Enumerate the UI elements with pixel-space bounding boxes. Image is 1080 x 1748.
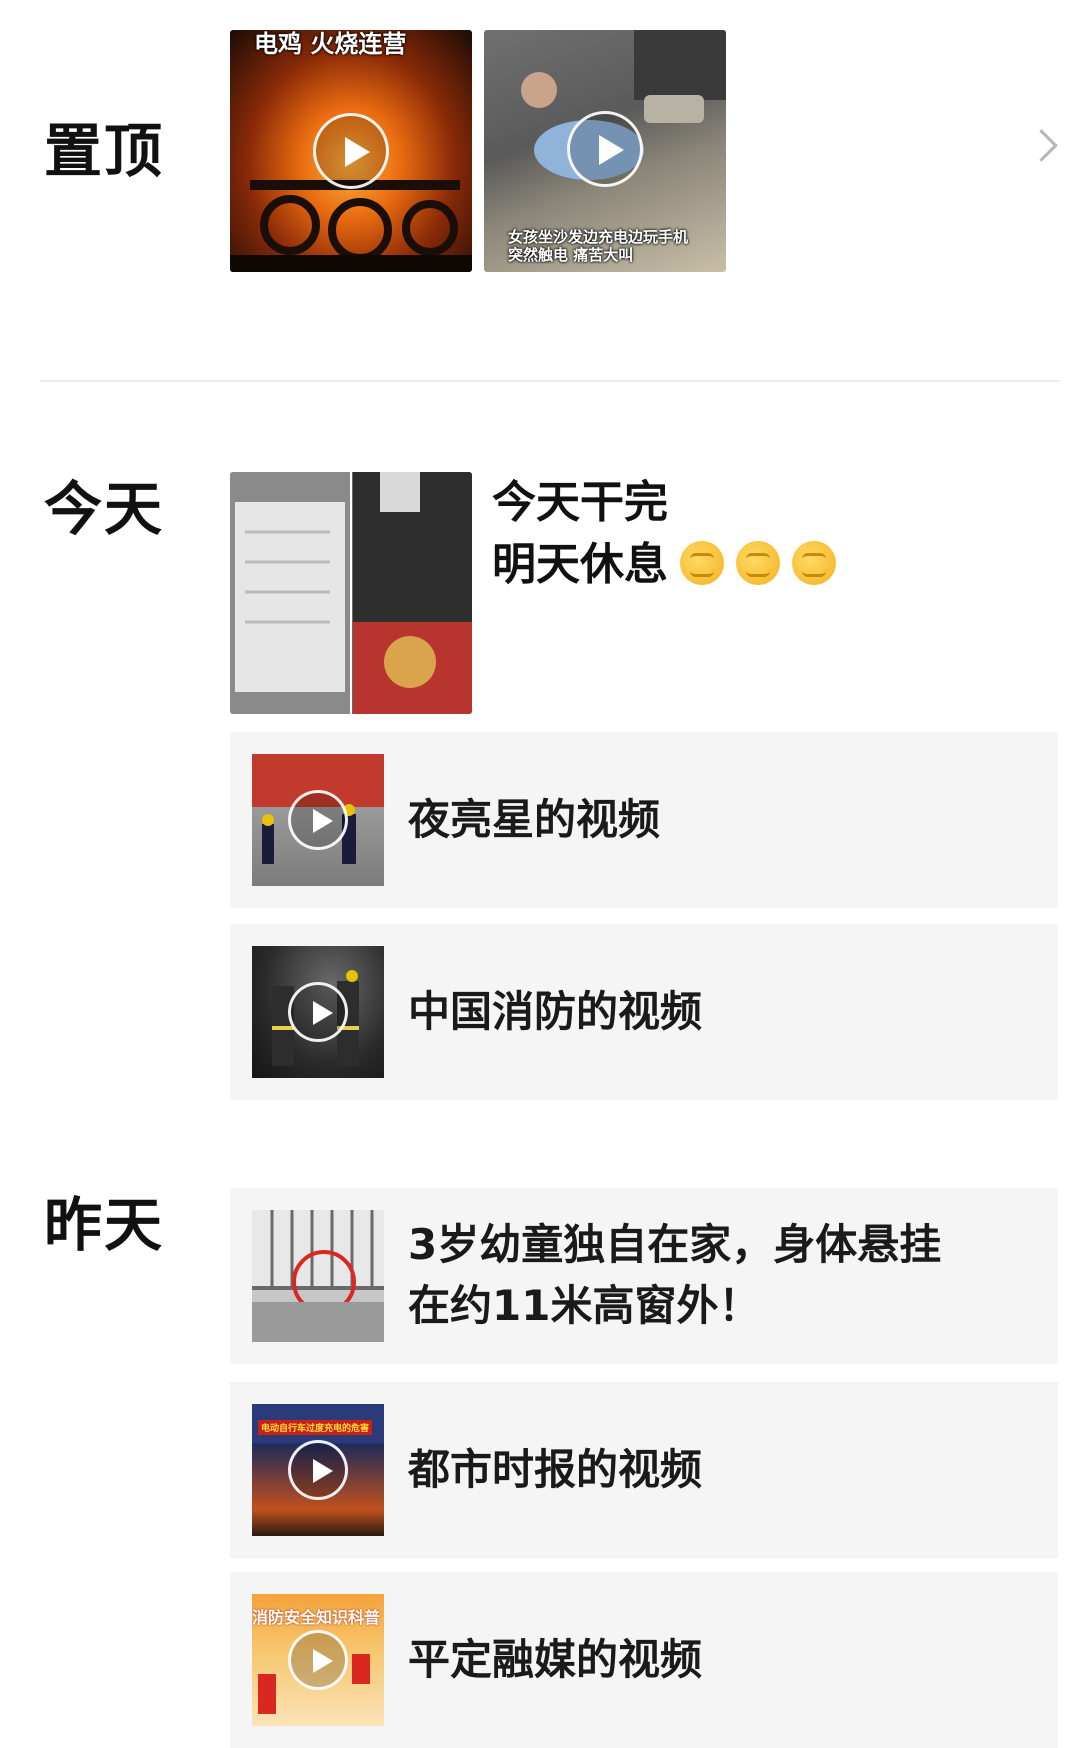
play-icon (313, 113, 389, 189)
video-thumb: 电动自行车过度充电的危害 (252, 1404, 384, 1536)
post-line-2: 明天休息 (492, 534, 836, 596)
thumb-caption-line2: 突然触电 痛苦大叫 (508, 246, 634, 264)
fist-emoji-icon (736, 541, 780, 585)
video-thumb (252, 754, 384, 886)
section-divider (40, 380, 1060, 382)
post-line-2-text: 明天休息 (492, 539, 668, 590)
window-bars-graphic (252, 1210, 384, 1342)
today-photo-thumb[interactable] (230, 472, 472, 714)
card-title: 平定融媒的视频 (408, 1634, 703, 1684)
play-icon (288, 1440, 348, 1500)
chevron-right-icon[interactable] (1025, 129, 1058, 162)
post-line-1: 今天干完 (492, 477, 668, 528)
pinned-video-thumb-girl[interactable]: 女孩坐沙发边充电边玩手机 突然触电 痛苦大叫 (484, 30, 726, 272)
play-icon (288, 982, 348, 1042)
fist-emoji-icon (792, 541, 836, 585)
play-icon (567, 111, 643, 187)
video-share-card[interactable]: 夜亮星的视频 (230, 732, 1058, 908)
card-title: 3岁幼童独自在家，身体悬挂 在约11米高窗外！ (408, 1188, 1018, 1364)
video-share-card[interactable]: 电动自行车过度充电的危害 都市时报的视频 (230, 1382, 1058, 1558)
video-thumb: 消防安全知识科普 (252, 1594, 384, 1726)
section-label-today: 今天 (44, 475, 165, 543)
today-post-text[interactable]: 今天干完 明天休息 (492, 472, 836, 596)
video-share-card[interactable]: 中国消防的视频 (230, 924, 1058, 1100)
card-title: 夜亮星的视频 (408, 794, 661, 844)
section-label-yesterday: 昨天 (44, 1191, 165, 1259)
thumb-caption: 电鸡 火烧连营 (254, 30, 407, 58)
documents-photo-graphic (230, 472, 472, 714)
card-title: 都市时报的视频 (408, 1444, 703, 1494)
fist-emoji-icon (680, 541, 724, 585)
card-title-line-1: 3岁幼童独自在家，身体悬挂 (408, 1220, 942, 1270)
pinned-video-thumb-fire[interactable]: 电鸡 火烧连营 (230, 30, 472, 272)
video-thumb (252, 946, 384, 1078)
section-label-pinned: 置顶 (44, 117, 165, 185)
video-share-card[interactable]: 消防安全知识科普 平定融媒的视频 (230, 1572, 1058, 1748)
card-title-line-2: 在约11米高窗外！ (408, 1281, 761, 1330)
play-icon (288, 1630, 348, 1690)
article-thumb (252, 1210, 384, 1342)
play-icon (288, 790, 348, 850)
thumb-caption: 电动自行车过度充电的危害 (258, 1420, 373, 1435)
card-title: 中国消防的视频 (408, 986, 703, 1036)
article-share-card[interactable]: 3岁幼童独自在家，身体悬挂 在约11米高窗外！ (230, 1188, 1058, 1364)
